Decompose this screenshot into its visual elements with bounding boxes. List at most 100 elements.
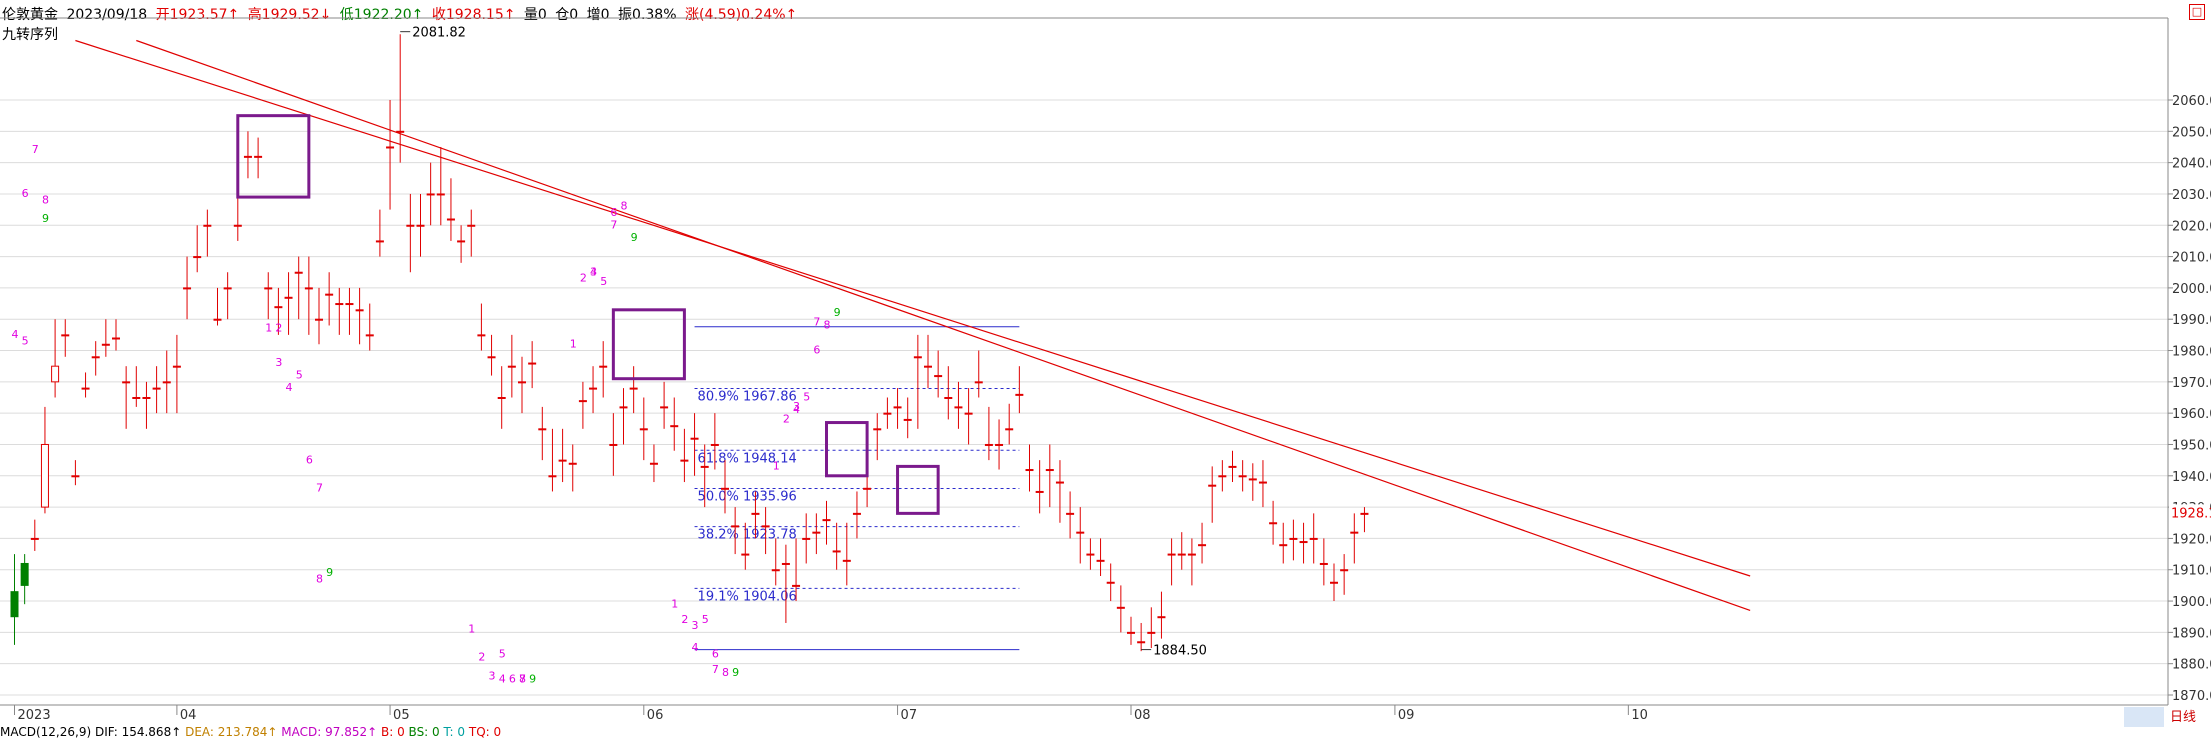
candle-body xyxy=(1218,475,1227,478)
nine-sequence-mark: 5 xyxy=(296,369,303,382)
nine-sequence-mark: 2 xyxy=(681,613,688,626)
candle-body xyxy=(365,334,374,337)
y-tick-label: 2050.00 xyxy=(2172,125,2211,140)
nine-sequence-mark: 6 xyxy=(509,672,516,685)
candle-body xyxy=(761,525,770,528)
candle-body xyxy=(355,309,364,312)
y-tick-label: 1950.00 xyxy=(2172,438,2211,453)
y-tick-label: 2010.00 xyxy=(2172,251,2211,266)
candle-body xyxy=(61,334,70,337)
nine-sequence-mark: 3 xyxy=(275,356,282,369)
candle-body xyxy=(507,365,516,368)
nine-sequence-mark: 5 xyxy=(499,647,506,660)
candle-body xyxy=(832,550,841,553)
candle-body xyxy=(883,412,892,415)
macd-tq: TQ: 0 xyxy=(468,725,502,739)
candle-body xyxy=(426,193,435,196)
y-tick-label: 1920.00 xyxy=(2172,532,2211,547)
x-tick-label: 05 xyxy=(393,708,410,723)
candle-body xyxy=(1025,469,1034,472)
candle-body xyxy=(924,365,932,368)
nine-sequence-mark: 4 xyxy=(499,672,506,685)
trend-lines xyxy=(75,39,1751,612)
candle-body xyxy=(649,462,658,465)
candle-body xyxy=(568,462,577,465)
x-axis: 2023 04 05 06 07 08 09 10 日线 xyxy=(14,705,2196,727)
nine-sequence-mark: 4 xyxy=(286,381,293,394)
candle-body xyxy=(680,459,689,462)
candle-body xyxy=(1340,569,1349,572)
candle-body xyxy=(1309,537,1318,540)
nine-sequence-mark: 5 xyxy=(702,613,709,626)
candle-body xyxy=(741,553,750,556)
candle-body xyxy=(467,224,476,227)
candle-body xyxy=(721,487,729,490)
candle-body xyxy=(436,193,445,196)
candle-body xyxy=(822,519,831,522)
candle-body xyxy=(294,271,303,274)
candle-body xyxy=(1106,581,1115,584)
candle-body xyxy=(1238,475,1247,478)
nine-sequence-mark: 6 xyxy=(306,453,313,466)
candle-body xyxy=(193,256,202,259)
candle-body xyxy=(1279,544,1288,547)
y-tick-label: 1910.00 xyxy=(2172,564,2211,579)
nine-sequence-mark: 6 xyxy=(22,187,29,200)
candle-body xyxy=(995,443,1004,446)
nine-sequence-mark: 9 xyxy=(529,672,536,685)
y-tick-label: 1900.00 xyxy=(2172,595,2211,610)
nine-sequence-mark: 4 xyxy=(590,265,597,278)
y-tick-label: 2000.00 xyxy=(2172,282,2211,297)
macd-value: MACD: 97.852↑ xyxy=(281,725,378,739)
nine-sequence-mark: 8 xyxy=(316,572,323,585)
candle-body xyxy=(1177,553,1186,556)
candle-body xyxy=(954,406,963,409)
candle-body xyxy=(974,381,983,384)
candle-body xyxy=(619,406,628,409)
candle-body xyxy=(162,381,171,384)
nine-sequence-mark: 2 xyxy=(478,651,485,664)
candle-body xyxy=(731,525,740,528)
candle-body xyxy=(1147,631,1156,634)
nine-sequence-mark: 5 xyxy=(22,334,29,347)
macd-bs: BS: 0 xyxy=(408,725,440,739)
candle-body xyxy=(893,406,902,409)
candle-body xyxy=(1066,512,1075,515)
candlestick-chart[interactable]: 80.9% 1967.86 61.8% 1948.14 50.0% 1935.96 3… xyxy=(0,0,2211,733)
candle-body xyxy=(842,559,851,562)
nine-sequence-mark: 1 xyxy=(468,622,475,635)
candle-body xyxy=(40,443,49,508)
candle-body xyxy=(122,381,131,384)
nine-sequence-mark: 3 xyxy=(692,619,699,632)
y-tick-label: 1870.00 xyxy=(2172,689,2211,704)
nine-sequence-mark: 4 xyxy=(692,641,699,654)
fib-level-label: 19.1% 1904.06 xyxy=(698,589,797,604)
candle-body xyxy=(710,443,719,446)
highlight-box xyxy=(896,464,940,515)
candle-body xyxy=(660,406,669,409)
candle-body xyxy=(1208,484,1217,487)
candle-body xyxy=(1076,531,1085,534)
y-tick-label: 2040.00 xyxy=(2172,157,2211,172)
price-annotation: 1884.50 xyxy=(1153,644,1207,659)
candle-body xyxy=(1319,562,1328,565)
last-price-tag: 1928.15 xyxy=(2171,506,2211,521)
candle-body xyxy=(101,343,110,346)
fib-level-label: 80.9% 1967.86 xyxy=(698,390,797,405)
candle-body xyxy=(1045,469,1054,472)
nine-sequence-mark: 6 xyxy=(712,647,719,660)
candle-body xyxy=(913,356,922,359)
nine-sequence-mark: 2 xyxy=(783,413,790,426)
nine-sequence-mark: 7 xyxy=(813,315,820,328)
candle-body xyxy=(1015,393,1024,396)
candle-body xyxy=(1086,553,1095,556)
highlight-box xyxy=(825,421,869,478)
nine-sequence-mark: 2 xyxy=(275,322,282,335)
grid-lines xyxy=(0,99,2168,696)
candle-body xyxy=(639,428,648,431)
nine-sequence-mark: 1 xyxy=(265,322,272,335)
candle-body xyxy=(254,155,263,158)
candle-body xyxy=(497,397,506,399)
candle-body xyxy=(873,428,882,431)
candle-body xyxy=(223,287,232,290)
